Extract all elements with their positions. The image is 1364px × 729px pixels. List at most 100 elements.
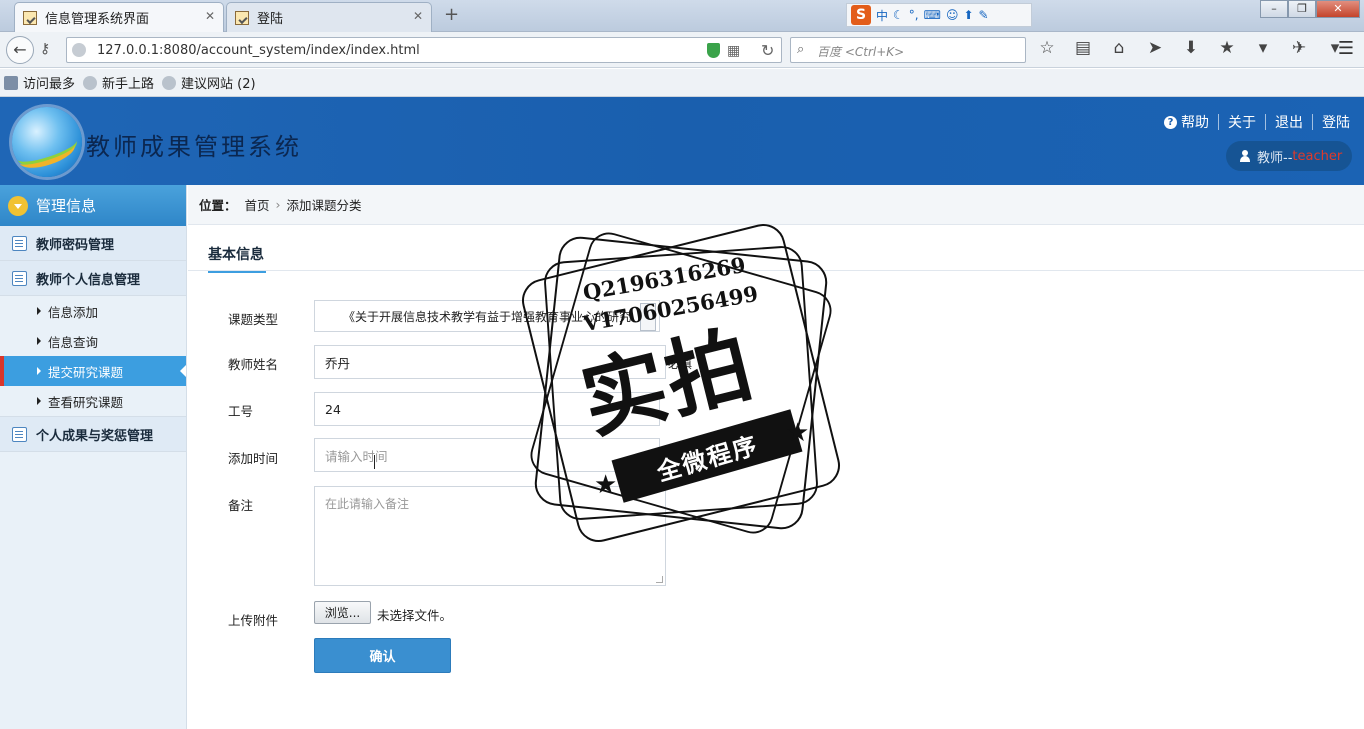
sidebar-item-achievements[interactable]: 个人成果与奖惩管理: [0, 417, 186, 452]
teacher-name-input[interactable]: 乔丹: [314, 345, 666, 379]
punctuation-icon[interactable]: °,: [909, 8, 919, 22]
login-link[interactable]: 登陆: [1322, 112, 1350, 132]
sidebar-item-password[interactable]: 教师密码管理: [0, 226, 186, 261]
chevron-down-icon[interactable]: ▾: [1252, 38, 1274, 58]
main-content: 位置： 首页 › 添加课题分类 基本信息 课题类型 《关于开展信息技术教学有益于…: [188, 185, 1364, 729]
qr-code-icon[interactable]: ▦: [727, 43, 740, 59]
sidebar-item-label: 教师个人信息管理: [36, 272, 141, 288]
text-cursor-icon: [374, 455, 380, 469]
file-status: 未选择文件。: [377, 608, 453, 623]
app-title: 教师成果管理系统: [86, 133, 302, 161]
user-icon[interactable]: ☺: [946, 8, 959, 22]
search-placeholder[interactable]: 百度 <Ctrl+K>: [817, 43, 904, 60]
page-favicon-icon: [235, 10, 249, 25]
confirm-button[interactable]: 确认: [314, 638, 451, 673]
download-icon[interactable]: ⬇: [1180, 38, 1202, 58]
remark-textarea[interactable]: 在此请输入备注: [314, 486, 666, 586]
tab-main-label: 信息管理系统界面: [45, 12, 150, 27]
sidebar-item-label: 个人成果与奖惩管理: [36, 428, 154, 444]
teacher-name-label: 教师姓名: [228, 357, 279, 372]
globe-icon: [162, 75, 177, 90]
user-role: teacher: [1292, 148, 1343, 164]
extension-icon[interactable]: ★: [1216, 38, 1238, 58]
address-bar[interactable]: 127.0.0.1:8080/account_system/index/inde…: [66, 37, 782, 63]
keyboard-icon[interactable]: ⌨: [924, 8, 941, 22]
add-time-input[interactable]: 请输入时间: [314, 438, 660, 472]
search-icon: ⌕: [797, 42, 805, 57]
browser-tab-strip: 信息管理系统界面 ✕ 登陆 ✕ + S 中 ☾ °, ⌨ ☺ ⬆ ✎ – ❐ ✕: [0, 0, 1364, 32]
user-icon: [1240, 150, 1250, 162]
home-icon[interactable]: ⌂: [1108, 38, 1130, 58]
ime-mode[interactable]: 中: [876, 7, 888, 24]
globe-icon: [83, 75, 98, 90]
section-tabs: 基本信息: [188, 225, 1364, 273]
calendar-icon: [12, 426, 27, 442]
tab-login[interactable]: 登陆 ✕: [226, 2, 432, 32]
sogou-logo-icon[interactable]: S: [851, 5, 871, 25]
key-icon: ⚷: [40, 41, 51, 57]
sidebar-subitem-view-topics[interactable]: 查看研究课题: [0, 386, 186, 416]
search-bar[interactable]: ⌕ 百度 <Ctrl+K>: [790, 37, 1026, 63]
about-link[interactable]: 关于: [1228, 112, 1256, 132]
close-window-icon[interactable]: ✕: [1316, 0, 1360, 18]
browser-toolbar: ☆ ▤ ⌂ ➤ ⬇ ★ ▾ ✈ ▾: [1036, 38, 1346, 58]
user-prefix: 教师--: [1257, 150, 1293, 166]
header-links: ? 帮助 关于 退出 登陆: [1164, 112, 1350, 132]
sidebar-subitem-label: 提交研究课题: [48, 364, 124, 380]
minimize-icon[interactable]: –: [1260, 0, 1288, 18]
sidebar-subitem-label: 信息添加: [48, 304, 99, 320]
shield-icon[interactable]: [707, 43, 720, 58]
sidebar-subitem-query-info[interactable]: 信息查询: [0, 326, 186, 356]
wrench-icon[interactable]: ✎: [979, 8, 989, 22]
sidebar-subitem-add-info[interactable]: 信息添加: [0, 296, 186, 326]
select-dropdown-icon[interactable]: [640, 303, 656, 331]
bookmark-label: 访问最多: [23, 77, 76, 92]
bookmark-getting-started[interactable]: 新手上路: [83, 73, 154, 92]
remark-label: 备注: [228, 498, 254, 513]
list-icon: [12, 235, 27, 251]
browser-navigation-bar: ← ⚷ 127.0.0.1:8080/account_system/index/…: [0, 32, 1364, 68]
bookmark-folder-icon: [4, 75, 18, 90]
browse-file-button[interactable]: 浏览...: [314, 601, 371, 624]
back-arrow-icon[interactable]: ←: [6, 36, 34, 64]
close-tab-icon[interactable]: ✕: [413, 9, 423, 23]
sidebar-subitem-label: 信息查询: [48, 334, 99, 350]
send-icon[interactable]: ➤: [1144, 38, 1166, 58]
hamburger-menu-icon[interactable]: ☰: [1338, 38, 1354, 59]
url-text[interactable]: 127.0.0.1:8080/account_system/index/inde…: [97, 43, 420, 58]
breadcrumb: 位置： 首页 › 添加课题分类: [188, 185, 1364, 225]
bookmark-label: 建议网站 (2): [181, 77, 256, 92]
user-badge[interactable]: 教师-- teacher: [1226, 141, 1352, 171]
required-hint: 必填: [668, 357, 693, 371]
tab-main[interactable]: 信息管理系统界面 ✕: [14, 2, 224, 32]
bookmark-most-visited[interactable]: 访问最多: [4, 73, 75, 92]
breadcrumb-home[interactable]: 首页: [245, 195, 270, 214]
logout-link[interactable]: 退出: [1275, 112, 1303, 132]
skin-icon[interactable]: ⬆: [963, 8, 973, 22]
help-icon: ?: [1164, 115, 1177, 129]
reading-list-icon[interactable]: ▤: [1072, 38, 1094, 58]
list-icon: [12, 270, 27, 286]
collapse-toggle-icon: [8, 195, 28, 216]
work-id-input[interactable]: 24: [314, 392, 660, 426]
sidebar-submenu: 信息添加 信息查询 提交研究课题 查看研究课题: [0, 296, 186, 417]
app-header: 教师成果管理系统 ? 帮助 关于 退出 登陆 教师-- teacher: [0, 97, 1364, 185]
sidebar-header[interactable]: 管理信息: [0, 185, 186, 226]
close-tab-icon[interactable]: ✕: [205, 9, 215, 23]
reload-icon[interactable]: ↻: [761, 41, 774, 60]
bookmark-star-icon[interactable]: ☆: [1036, 38, 1058, 58]
sidebar-item-personal-info[interactable]: 教师个人信息管理: [0, 261, 186, 296]
maximize-icon[interactable]: ❐: [1288, 0, 1316, 18]
bookmark-suggested-sites[interactable]: 建议网站 (2): [162, 73, 256, 92]
moon-icon[interactable]: ☾: [893, 8, 904, 22]
divider: [1265, 114, 1266, 130]
help-link[interactable]: 帮助: [1181, 112, 1209, 132]
new-tab-icon[interactable]: +: [444, 4, 459, 25]
topic-type-label: 课题类型: [228, 312, 279, 327]
sidebar-subitem-submit-topic[interactable]: 提交研究课题: [0, 356, 186, 386]
addon-icon[interactable]: ✈: [1288, 38, 1310, 58]
globe-icon: [72, 43, 86, 57]
breadcrumb-current: 添加课题分类: [286, 198, 362, 213]
topic-type-select[interactable]: 《关于开展信息技术教学有益于增强教育事业心的研究: [314, 300, 660, 332]
tab-basic-info[interactable]: 基本信息: [208, 244, 266, 273]
